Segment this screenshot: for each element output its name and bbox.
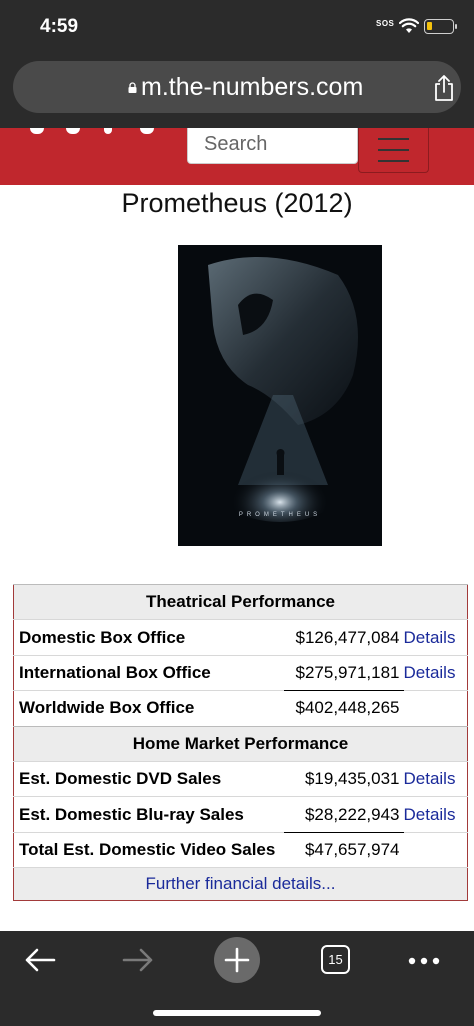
row-label: International Box Office	[13, 654, 284, 691]
table-row: Est. Domestic Blu-ray Sales $28,222,943 …	[13, 796, 468, 833]
status-time: 4:59	[40, 16, 79, 37]
browser-toolbar: 15	[0, 931, 474, 1026]
row-label: Total Est. Domestic Video Sales	[13, 831, 284, 868]
row-value: $275,971,181	[283, 654, 404, 692]
hamburger-menu-icon	[378, 138, 409, 140]
page-title: Prometheus (2012)	[121, 188, 353, 218]
plus-icon	[224, 947, 250, 973]
tabs-button[interactable]: 15	[321, 945, 350, 974]
hamburger-line	[378, 149, 409, 151]
status-sos: SOS	[376, 19, 395, 28]
battery-icon	[424, 19, 457, 34]
row-value: $19,435,031	[283, 760, 404, 797]
movie-poster[interactable]: PROMETHEUS	[178, 245, 382, 546]
row-value: $402,448,265	[283, 690, 404, 727]
hamburger-line	[378, 160, 409, 162]
section-heading: Theatrical Performance	[13, 583, 468, 620]
poster-title: PROMETHEUS	[238, 512, 322, 518]
browser-chrome: 4:59 SOS m.the-numbers.com	[0, 0, 474, 128]
theatrical-heading: Theatrical Performance	[13, 583, 468, 620]
table-row: Total Est. Domestic Video Sales $47,657,…	[13, 831, 468, 868]
search-box	[187, 128, 358, 164]
details-link[interactable]: Details	[404, 663, 456, 682]
table-row: International Box Office $275,971,181 De…	[13, 654, 468, 692]
row-value: $28,222,943	[283, 796, 404, 833]
facebook-icon[interactable]	[30, 128, 44, 134]
new-tab-button[interactable]	[214, 937, 260, 983]
home-market-heading: Home Market Performance	[13, 725, 468, 762]
poster-artwork	[178, 245, 382, 546]
twitter-icon[interactable]	[66, 128, 80, 134]
further-details-row: Further financial details...	[13, 867, 468, 901]
row-label: Est. Domestic DVD Sales	[13, 760, 284, 797]
row-value: $126,477,084	[283, 619, 404, 656]
tab-count: 15	[328, 952, 343, 967]
share-icon[interactable]	[432, 75, 456, 101]
table-row: Est. Domestic DVD Sales $19,435,031 Deta…	[13, 760, 468, 797]
section-heading: Home Market Performance	[13, 725, 468, 762]
address-bar[interactable]: m.the-numbers.com	[13, 61, 461, 113]
table-row: Domestic Box Office $126,477,084 Details	[13, 619, 468, 656]
details-link[interactable]: Details	[404, 628, 456, 647]
menu-button[interactable]	[358, 128, 429, 173]
search-input[interactable]	[204, 131, 354, 157]
wifi-icon	[399, 18, 419, 33]
further-details-link[interactable]: Further financial details...	[146, 874, 336, 893]
home-indicator	[153, 1010, 321, 1016]
back-arrow-icon[interactable]	[24, 947, 56, 973]
forward-arrow-icon[interactable]	[122, 947, 154, 973]
url-text: m.the-numbers.com	[141, 73, 364, 101]
details-link[interactable]: Details	[404, 769, 456, 788]
tiktok-icon[interactable]	[104, 128, 112, 134]
row-value: $47,657,974	[283, 831, 404, 868]
lock-icon	[128, 82, 137, 93]
row-label: Worldwide Box Office	[13, 690, 284, 727]
row-label: Est. Domestic Blu-ray Sales	[13, 796, 284, 833]
row-label: Domestic Box Office	[13, 619, 284, 656]
battery-level	[427, 22, 432, 30]
site-header	[0, 128, 474, 185]
instagram-icon[interactable]	[140, 128, 154, 134]
details-link[interactable]: Details	[404, 805, 456, 824]
table-row: Worldwide Box Office $402,448,265	[13, 690, 468, 727]
financial-table: Theatrical Performance Domestic Box Offi…	[13, 583, 468, 902]
more-dots-icon[interactable]	[408, 957, 440, 965]
